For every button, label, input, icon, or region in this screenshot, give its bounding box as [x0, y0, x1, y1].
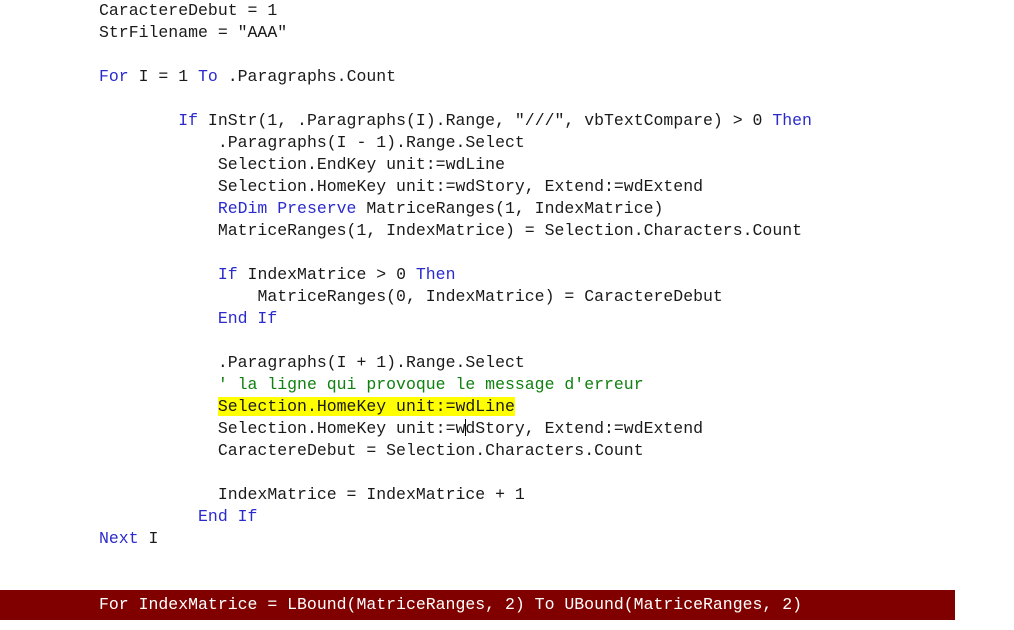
code-text: CaractereDebut = Selection.Characters.Co… [217, 441, 644, 460]
code-line[interactable]: Selection.HomeKey unit:=wdLine [99, 396, 812, 418]
code-line[interactable] [99, 44, 812, 66]
code-line[interactable]: MatriceRanges(0, IndexMatrice) = Caracte… [99, 286, 812, 308]
code-line[interactable]: StrFilename = "AAA" [99, 22, 812, 44]
code-text: MatriceRanges(1, IndexMatrice) [356, 199, 664, 218]
code-line[interactable]: For I = 1 To .Paragraphs.Count [99, 66, 812, 88]
code-line[interactable]: CaractereDebut = 1 [99, 0, 812, 22]
code-line[interactable]: Selection.HomeKey unit:=wdStory, Extend:… [99, 418, 812, 440]
code-text: CaractereDebut = 1 [99, 1, 278, 20]
code-line[interactable]: ' la ligne qui provoque le message d'err… [99, 374, 812, 396]
code-text: , vbTextCompare) > 0 [564, 111, 773, 130]
code-line[interactable]: IndexMatrice = IndexMatrice + 1 [99, 484, 812, 506]
code-line[interactable] [99, 88, 812, 110]
code-text: IndexMatrice = IndexMatrice + 1 [217, 485, 525, 504]
code-line[interactable]: If IndexMatrice > 0 Then [99, 264, 812, 286]
code-line[interactable]: .Paragraphs(I + 1).Range.Select [99, 352, 812, 374]
code-line[interactable]: If InStr(1, .Paragraphs(I).Range, "///",… [99, 110, 812, 132]
code-line[interactable]: ReDim Preserve MatriceRanges(1, IndexMat… [99, 198, 812, 220]
code-text: Selection.EndKey unit:=wdLine [217, 155, 505, 174]
code-text: Selection.HomeKey unit:=w [217, 419, 466, 438]
code-comment: ' la ligne qui provoque le message d'err… [217, 375, 644, 394]
code-editor-pane[interactable]: CaractereDebut = 1 StrFilename = "AAA" For… [0, 0, 1014, 585]
code-keyword: Then [415, 265, 456, 284]
code-text: .Paragraphs(I - 1).Range.Select [217, 133, 525, 152]
code-line[interactable] [99, 462, 812, 484]
code-line[interactable]: Next I [99, 528, 812, 550]
code-text: dStory, Extend:=wdExtend [465, 419, 704, 438]
code-keyword: End If [198, 507, 258, 526]
code-keyword: If [217, 265, 238, 284]
code-keyword: For [99, 67, 129, 86]
code-text: I = 1 [128, 67, 199, 86]
status-bar-text: For IndexMatrice = LBound(MatriceRanges,… [99, 595, 803, 614]
code-text: StrFilename = [99, 23, 238, 42]
code-keyword: Next [99, 529, 139, 548]
code-line[interactable] [99, 330, 812, 352]
code-string: "AAA" [237, 23, 288, 42]
code-text: Selection.HomeKey unit:=wdStory, Extend:… [217, 177, 704, 196]
code-keyword: End If [217, 309, 278, 328]
code-text: .Paragraphs.Count [217, 67, 397, 86]
code-keyword: Then [772, 111, 812, 130]
code-line[interactable]: Selection.EndKey unit:=wdLine [99, 154, 812, 176]
code-line[interactable]: Selection.HomeKey unit:=wdStory, Extend:… [99, 176, 812, 198]
code-text: InStr(1, .Paragraphs(I).Range, [198, 111, 515, 130]
code-text: .Paragraphs(I + 1).Range.Select [217, 353, 525, 372]
code-highlighted-text: Selection.HomeKey unit:=wdLine [217, 397, 515, 416]
code-line[interactable]: End If [99, 506, 812, 528]
code-text: MatriceRanges(0, IndexMatrice) = Caracte… [257, 287, 723, 306]
code-text: MatriceRanges(1, IndexMatrice) = Selecti… [217, 221, 803, 240]
text-cursor-caret [465, 419, 467, 436]
code-line[interactable] [99, 242, 812, 264]
code-text: IndexMatrice > 0 [237, 265, 416, 284]
code-string: "///" [514, 111, 565, 130]
code-line[interactable]: End If [99, 308, 812, 330]
code-text: I [138, 529, 159, 548]
code-listing[interactable]: CaractereDebut = 1 StrFilename = "AAA" For… [99, 0, 812, 550]
code-line[interactable]: MatriceRanges(1, IndexMatrice) = Selecti… [99, 220, 812, 242]
code-line[interactable]: .Paragraphs(I - 1).Range.Select [99, 132, 812, 154]
code-keyword: To [198, 67, 218, 86]
code-keyword: ReDim Preserve [217, 199, 357, 218]
code-line[interactable]: CaractereDebut = Selection.Characters.Co… [99, 440, 812, 462]
code-keyword: If [178, 111, 199, 130]
status-bar: For IndexMatrice = LBound(MatriceRanges,… [0, 590, 955, 620]
